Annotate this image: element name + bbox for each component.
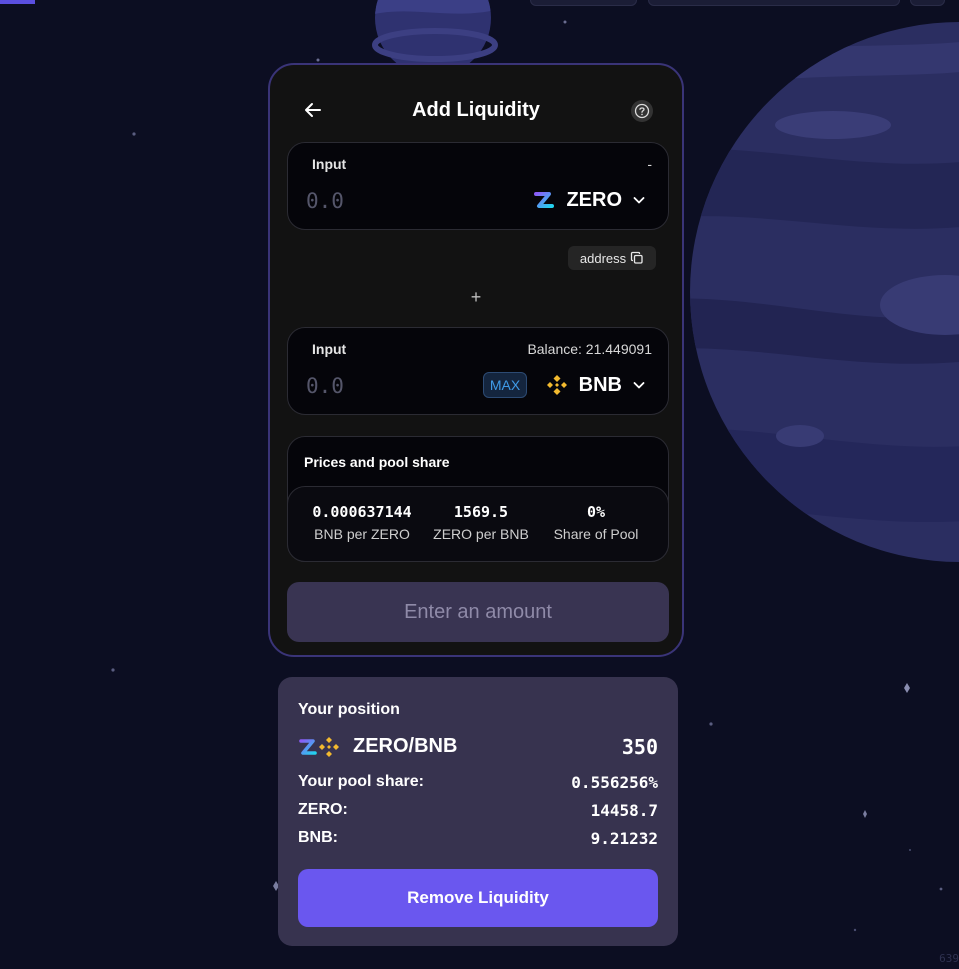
zero-token-icon	[534, 192, 555, 208]
price-label: Share of Pool	[553, 526, 639, 542]
help-button[interactable]	[631, 100, 653, 122]
pair-row: ZERO/BNB 350	[298, 734, 658, 760]
add-liquidity-card: Add Liquidity Input - ZERO address	[268, 63, 684, 657]
chevron-down-icon	[633, 197, 645, 204]
help-icon	[634, 103, 650, 119]
input-label: Input	[312, 156, 347, 172]
amount-input-zero[interactable]	[304, 185, 458, 217]
token-symbol: ZERO	[566, 188, 622, 211]
amount-input-bnb[interactable]	[304, 370, 458, 402]
price-label: BNB per ZERO	[314, 526, 410, 542]
token-symbol: BNB	[578, 373, 622, 396]
top-left-accent	[0, 0, 35, 4]
plus-sign: +	[470, 287, 482, 307]
row-label: BNB:	[298, 829, 338, 846]
position-title: Your position	[298, 701, 400, 718]
copy-icon	[630, 251, 643, 264]
price-item: 0.000637144 BNB per ZERO	[312, 503, 412, 542]
pair-token-icons	[299, 737, 339, 757]
header-fragment	[648, 0, 900, 6]
copy-address-button[interactable]: address	[568, 246, 656, 270]
prices-panel: Prices and pool share 0.000637144 BNB pe…	[287, 436, 669, 562]
balance-text: -	[647, 156, 652, 172]
price-value: 0%	[586, 503, 606, 521]
row-label: Your pool share:	[298, 773, 424, 790]
remove-liquidity-button[interactable]: Remove Liquidity	[298, 869, 658, 927]
pair-name: ZERO/BNB	[353, 735, 458, 757]
position-card: Your position ZERO/BNB 350 Your pool sha…	[278, 677, 678, 946]
prices-grid: 0.000637144 BNB per ZERO 1569.5 ZERO per…	[287, 486, 669, 562]
row-value: 14458.7	[590, 801, 658, 820]
max-button[interactable]: MAX	[483, 372, 527, 398]
pool-share-row: Your pool share: 0.556256%	[298, 773, 658, 792]
header-fragment	[530, 0, 637, 6]
price-item: 1569.5 ZERO per BNB	[431, 503, 531, 542]
page-title: Add Liquidity	[412, 99, 540, 121]
address-label: address	[579, 250, 627, 266]
input-label: Input	[312, 341, 347, 357]
prices-title: Prices and pool share	[304, 454, 450, 470]
row-value: 9.21232	[590, 829, 658, 848]
bnb-token-icon	[546, 375, 567, 395]
price-label: ZERO per BNB	[433, 526, 529, 542]
chevron-down-icon	[633, 382, 645, 389]
input-panel-bnb: Input Balance: 21.449091 MAX BNB	[287, 327, 669, 415]
bnb-amount-row: BNB: 9.21232	[298, 829, 658, 848]
row-value: 0.556256%	[571, 773, 658, 792]
price-value: 1569.5	[453, 503, 509, 521]
corner-number: 639	[939, 952, 959, 965]
row-label: ZERO:	[298, 801, 348, 818]
token-select-zero[interactable]: ZERO	[532, 188, 646, 212]
zero-amount-row: ZERO: 14458.7	[298, 801, 658, 820]
header-fragment	[910, 0, 945, 6]
input-panel-zero: Input - ZERO	[287, 142, 669, 230]
balance-text: Balance: 21.449091	[527, 341, 652, 357]
price-value: 0.000637144	[312, 503, 412, 521]
enter-amount-button[interactable]: Enter an amount	[287, 582, 669, 642]
token-select-bnb[interactable]: BNB	[545, 373, 646, 397]
price-item: 0% Share of Pool	[546, 503, 646, 542]
pair-amount: 350	[621, 735, 658, 759]
